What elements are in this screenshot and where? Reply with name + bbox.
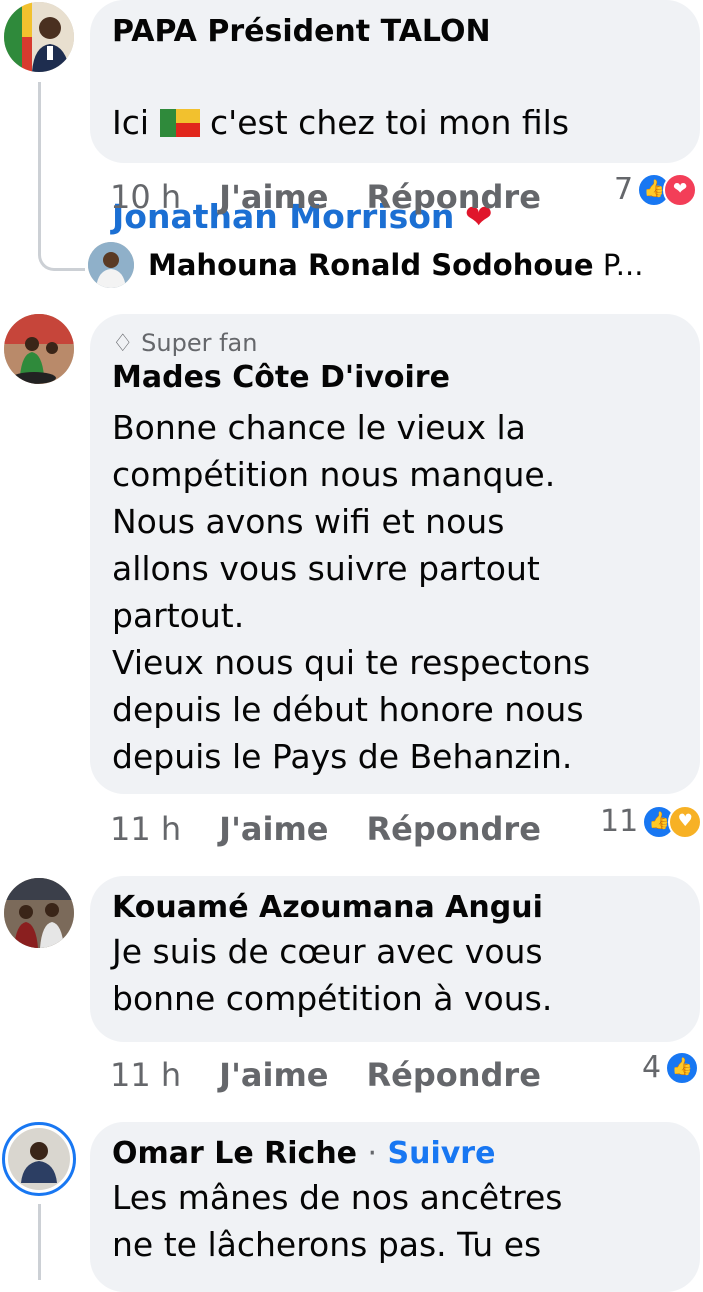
comment-bubble: Omar Le Riche · Suivre Les mânes de nos … [90,1122,700,1292]
avatar[interactable] [4,2,74,72]
comment-time: 11 h [110,810,182,848]
thread-connector [38,82,41,254]
comment-actions: 11 h J'aime Répondre [110,810,579,848]
avatar-photo-icon [4,2,74,72]
thread-connector [38,1204,41,1280]
reaction-count: 11 [600,804,639,839]
comment-bubble: PAPA Président TALON Ici c'est chez toi … [90,0,700,236]
super-fan-badge: ♢ Super fan [112,329,258,357]
comment-text: Bonne chance le vieux la compétition nou… [112,408,591,776]
separator-dot: · [367,1136,378,1171]
avatar[interactable] [88,242,134,288]
reply-preview[interactable]: Mahouna Ronald Sodohoue P... [148,248,643,282]
comment-author[interactable]: Mades Côte D'ivoire [112,358,678,398]
like-button[interactable]: J'aime [219,1056,328,1094]
comment-text: Je suis de cœur avec vous bonne compétit… [112,932,553,1018]
avatar-photo-icon [4,314,74,384]
avatar[interactable] [4,314,74,384]
comment-time: 10 h [110,178,182,216]
comment-author[interactable]: Omar Le Riche [112,1136,357,1171]
comment-actions: 10 h J'aime Répondre [110,178,579,216]
diamond-icon: ♢ [112,329,134,357]
reply-button[interactable]: Répondre [366,810,540,848]
thread-connector-curve [38,252,85,271]
like-reaction-icon: 👍 [665,1050,700,1085]
avatar[interactable] [4,878,74,948]
follow-button[interactable]: Suivre [387,1136,495,1171]
avatar-photo-icon [8,1128,70,1190]
care-reaction-icon: ♥ [668,804,703,839]
reaction-count: 4 [642,1050,662,1085]
reaction-count: 7 [614,172,634,207]
reply-author: Mahouna Ronald Sodohoue [148,248,594,282]
comment-actions: 11 h J'aime Répondre [110,1056,579,1094]
reaction-summary[interactable]: 11 👍 ♥ [600,804,703,839]
comment-time: 11 h [110,1056,182,1094]
reply-button[interactable]: Répondre [366,1056,540,1094]
avatar[interactable] [2,1122,76,1196]
reply-snippet: P... [602,248,644,282]
reaction-summary[interactable]: 4 👍 [642,1050,700,1085]
comment-bubble: ♢ Super fan Mades Côte D'ivoire Bonne ch… [90,314,700,794]
avatar-photo-icon [88,242,134,288]
comment-author-row: Omar Le Riche · Suivre [112,1134,678,1174]
comment-author[interactable]: Kouamé Azoumana Angui [112,888,678,928]
reaction-summary[interactable]: 7 👍 ❤ [614,172,698,207]
avatar-photo-icon [4,878,74,948]
like-button[interactable]: J'aime [219,178,328,216]
like-button[interactable]: J'aime [219,810,328,848]
comment-bubble: Kouamé Azoumana Angui Je suis de cœur av… [90,876,700,1042]
comment-author[interactable]: PAPA Président TALON [112,12,678,52]
reply-button[interactable]: Répondre [366,178,540,216]
comment-text: Les mânes de nos ancêtres ne te lâcheron… [112,1178,563,1264]
benin-flag-icon [159,109,200,137]
love-reaction-icon: ❤ [663,172,698,207]
